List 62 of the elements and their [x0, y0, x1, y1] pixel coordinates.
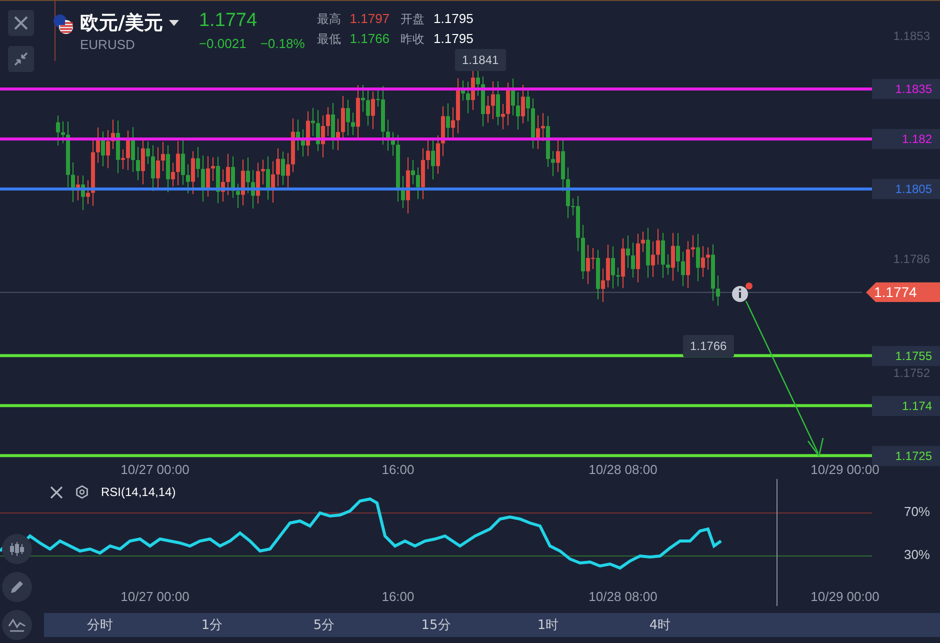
period-tab[interactable]: 分时: [44, 613, 156, 637]
vertical-line: [54, 1, 56, 62]
price-line-label: 1.1725: [872, 446, 940, 466]
close-icon[interactable]: [50, 486, 63, 498]
high-price-marker: 1.1841: [455, 49, 506, 71]
arrow[interactable]: [745, 300, 824, 458]
price-tick: 1.1853: [893, 28, 930, 46]
stat-value: 1.1795: [434, 31, 474, 48]
collapse-button[interactable]: [8, 46, 34, 72]
rsi-level-label: 30%: [904, 547, 930, 562]
settings-icon[interactable]: [75, 485, 89, 499]
price-line-label: 1.174: [872, 396, 940, 416]
period-tab[interactable]: 1时: [492, 613, 604, 637]
time-label: 10/29 00:00: [810, 589, 880, 604]
indicator-name: RSI(14,14,14): [101, 485, 176, 499]
candlestick-button[interactable]: [2, 534, 32, 564]
alert-dot: [746, 282, 752, 290]
stat-value: 1.1766: [350, 31, 390, 48]
price-tick: 1.1752: [893, 364, 930, 382]
stat-label: 开盘: [400, 11, 425, 28]
price-line-label: 1.1755: [872, 346, 940, 366]
price-tick: 1.1786: [893, 251, 930, 268]
flag-icon: [52, 13, 74, 35]
indicator-button[interactable]: [2, 610, 32, 640]
stat-label: 最高: [316, 11, 341, 28]
pencil-button[interactable]: [2, 572, 32, 602]
rsi-level-label: 70%: [904, 504, 930, 519]
time-label: 16:00: [382, 589, 414, 604]
stat-label: 昨收: [400, 31, 425, 48]
line-chart-icon: [8, 617, 26, 633]
period-tab[interactable]: 4时: [604, 613, 716, 637]
period-tab[interactable]: 5分: [268, 613, 380, 637]
pencil-icon: [9, 579, 25, 595]
price-line-label: 1.1805: [872, 179, 940, 199]
time-label: 10/28 08:00: [588, 461, 658, 479]
period-tab[interactable]: 15分: [380, 613, 492, 637]
time-label: 10/27 00:00: [120, 461, 190, 479]
price-line-label: 1.1835: [872, 79, 940, 99]
price-line[interactable]: [0, 354, 872, 358]
stat-value: 1.1795: [434, 11, 474, 28]
low-price-marker: 1.1766: [683, 335, 734, 357]
close-icon: [13, 15, 29, 31]
price-change: −0.0021: [198, 36, 246, 51]
caret-icon[interactable]: [168, 20, 179, 26]
stat-label: 最低: [316, 31, 341, 48]
info-icon[interactable]: [732, 286, 748, 302]
price-line[interactable]: [0, 404, 872, 408]
time-label: 16:00: [382, 461, 414, 479]
time-label: 10/28 08:00: [588, 589, 658, 604]
last-price: 1.1774: [198, 10, 258, 32]
price-line-label: 1.182: [872, 129, 940, 149]
stat-value: 1.1797: [350, 11, 390, 28]
period-tab[interactable]: 1分: [156, 613, 268, 637]
current-price-tag: 1.1774: [866, 282, 940, 302]
close-button[interactable]: [8, 10, 34, 36]
time-label: 10/27 00:00: [120, 589, 190, 604]
symbol-name[interactable]: 欧元/美元: [80, 10, 163, 36]
candlestick-icon: [8, 541, 26, 557]
symbol-code: EURUSD: [80, 37, 136, 52]
percent-change: −0.18%: [260, 36, 305, 51]
price-line[interactable]: [0, 454, 872, 458]
collapse-arrows-icon: [14, 52, 28, 66]
